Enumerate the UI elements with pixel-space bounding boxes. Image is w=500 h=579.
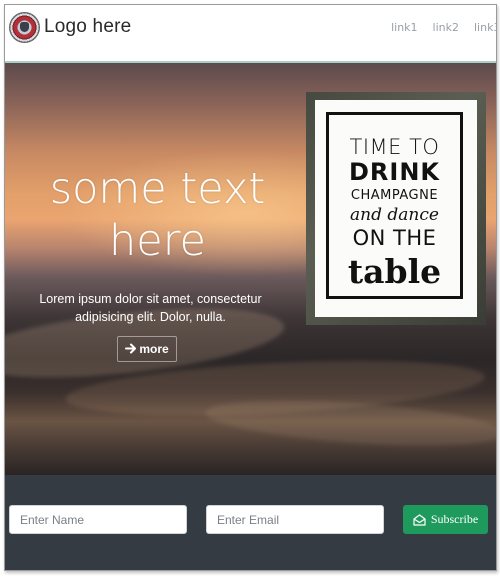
poster-border: TIME TO DRINK CHAMPAGNE and dance ON THE… <box>326 112 463 299</box>
nav-link-3[interactable]: link3 <box>474 21 496 34</box>
hero-title-line1: some text <box>49 164 266 214</box>
logo-badge-icon[interactable] <box>10 13 39 42</box>
subscribe-bar: Subscribe <box>5 475 496 570</box>
poster-line-6: table <box>347 252 442 291</box>
hero-section: some text here Lorem ipsum dolor sit ame… <box>5 63 496 475</box>
more-button-label: more <box>139 342 169 356</box>
poster-image: TIME TO DRINK CHAMPAGNE and dance ON THE… <box>306 92 486 325</box>
poster-line-3: CHAMPAGNE <box>350 188 439 203</box>
page-frame: Logo here link1 link2 link3 some text he… <box>4 4 497 571</box>
wave-highlight <box>203 392 496 454</box>
poster-line-1: TIME TO <box>349 135 440 159</box>
subscribe-button[interactable]: Subscribe <box>403 505 488 534</box>
poster-line-5: ON THE <box>352 226 437 250</box>
nav-links: link1 link2 link3 <box>376 21 496 34</box>
hero-body-text: Lorem ipsum dolor sit amet, consectetur … <box>39 292 262 324</box>
subscribe-button-label: Subscribe <box>430 512 479 526</box>
envelope-open-icon <box>413 513 426 526</box>
email-input[interactable] <box>206 505 384 534</box>
hero-title: some text here <box>15 163 300 267</box>
poster-line-2: DRINK <box>348 158 440 186</box>
poster-card: TIME TO DRINK CHAMPAGNE and dance ON THE… <box>315 100 477 317</box>
poster-line-4: and dance <box>350 205 439 225</box>
nav-link-2[interactable]: link2 <box>433 21 459 34</box>
logo-text[interactable]: Logo here <box>44 16 131 38</box>
nav-link-1[interactable]: link1 <box>391 21 417 34</box>
navbar: Logo here link1 link2 link3 <box>5 5 496 63</box>
name-input[interactable] <box>9 505 187 534</box>
hero-title-line2: here <box>109 216 206 266</box>
more-button[interactable]: more <box>117 336 177 362</box>
arrow-right-icon <box>125 342 137 357</box>
